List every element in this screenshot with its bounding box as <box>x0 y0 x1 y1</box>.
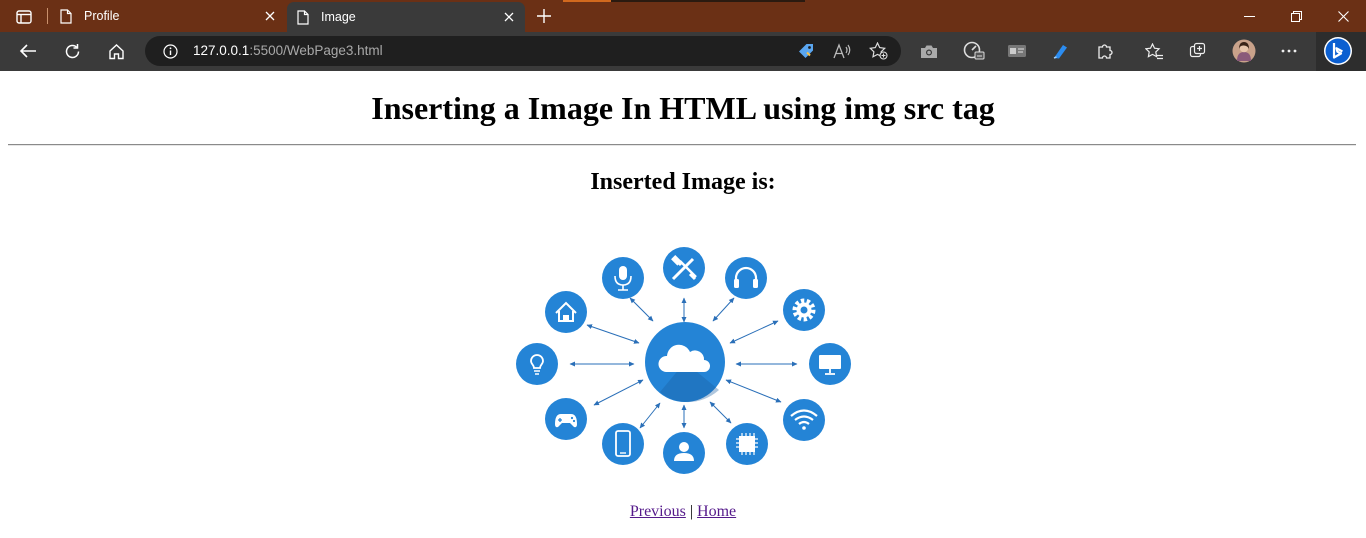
more-options-icon[interactable] <box>1273 36 1305 66</box>
coupon-tag-icon[interactable] <box>793 39 819 63</box>
tab-separator <box>47 8 48 24</box>
tab-strip: Profile Image <box>0 0 1366 32</box>
home-link[interactable]: Home <box>697 503 736 520</box>
refresh-button[interactable] <box>56 36 88 66</box>
back-button[interactable] <box>12 36 44 66</box>
gamepad-icon <box>545 398 587 440</box>
gear-icon <box>783 289 825 331</box>
tab-image[interactable]: Image <box>287 2 525 32</box>
pen-extension-icon[interactable] <box>1045 36 1077 66</box>
cloud-icon <box>645 322 725 403</box>
smartphone-icon <box>602 423 644 465</box>
horizontal-rule <box>8 144 1356 146</box>
page-icon <box>58 8 74 24</box>
site-info-icon[interactable] <box>157 39 183 63</box>
url-path: :5500/WebPage3.html <box>249 43 383 58</box>
microphone-icon <box>602 257 644 299</box>
close-tab-icon[interactable] <box>260 6 280 26</box>
url-host: 127.0.0.1 <box>193 43 250 58</box>
performance-icon[interactable] <box>958 36 990 66</box>
page-icon <box>295 9 311 25</box>
page-subheading: Inserted Image is: <box>590 169 776 195</box>
read-aloud-icon[interactable] <box>829 39 855 63</box>
navigation-toolbar: 127.0.0.1:5500/WebPage3.html <box>0 32 1366 71</box>
minimize-button[interactable] <box>1226 0 1272 32</box>
tools-icon <box>663 247 705 289</box>
chip-icon <box>726 423 768 465</box>
tab-profile[interactable]: Profile <box>50 0 286 32</box>
wifi-icon <box>783 399 825 441</box>
nav-links: Previous | Home <box>0 503 1366 521</box>
lightbulb-icon <box>516 343 558 385</box>
headphones-icon <box>725 257 767 299</box>
inserted-image <box>510 239 856 479</box>
tab-title: Profile <box>84 9 120 23</box>
collections-icon[interactable] <box>1182 36 1214 66</box>
page-heading: Inserting a Image In HTML using img src … <box>371 90 995 126</box>
close-tab-icon[interactable] <box>499 7 519 27</box>
page-viewport: Inserting a Image In HTML using img src … <box>0 71 1366 538</box>
profile-avatar[interactable] <box>1228 36 1260 66</box>
home-button[interactable] <box>100 36 132 66</box>
add-favorite-icon[interactable] <box>865 39 891 63</box>
new-tab-button[interactable] <box>532 5 556 27</box>
link-separator: | <box>689 503 694 520</box>
url-text[interactable]: 127.0.0.1:5500/WebPage3.html <box>193 43 383 58</box>
tab-actions-icon[interactable] <box>10 7 38 27</box>
address-bar[interactable]: 127.0.0.1:5500/WebPage3.html <box>145 36 901 66</box>
screenshot-icon[interactable] <box>913 36 945 66</box>
previous-link[interactable]: Previous <box>630 503 686 520</box>
bing-copilot-icon[interactable] <box>1322 36 1354 66</box>
favorites-icon[interactable] <box>1138 36 1170 66</box>
tab-title: Image <box>321 10 356 24</box>
user-icon <box>663 432 705 474</box>
monitor-icon <box>809 343 851 385</box>
restore-button[interactable] <box>1273 0 1319 32</box>
extensions-icon[interactable] <box>1089 36 1121 66</box>
home-icon <box>545 291 587 333</box>
extension-card-icon[interactable] <box>1001 36 1033 66</box>
close-window-button[interactable] <box>1320 0 1366 32</box>
